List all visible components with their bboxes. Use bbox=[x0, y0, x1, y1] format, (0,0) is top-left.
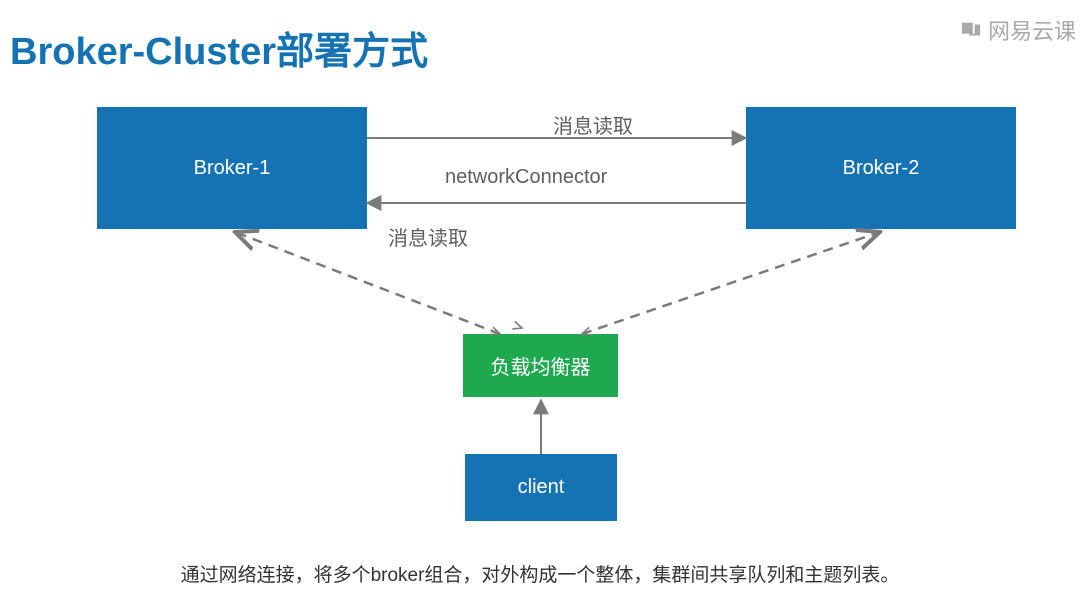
broker-1-node: Broker-1 bbox=[97, 107, 367, 229]
dashed-lb-broker2 bbox=[582, 232, 880, 334]
slide-caption: 通过网络连接，将多个broker组合，对外构成一个整体，集群间共享队列和主题列表… bbox=[0, 560, 1080, 587]
slide-title: Broker-Cluster部署方式 bbox=[10, 20, 428, 75]
network-connector-label: networkConnector bbox=[445, 166, 607, 189]
broker-2-label: Broker-2 bbox=[843, 157, 920, 180]
client-node: client bbox=[465, 454, 617, 521]
message-read-bottom-label: 消息读取 bbox=[388, 222, 468, 251]
load-balancer-label: 负载均衡器 bbox=[491, 351, 591, 380]
client-label: client bbox=[518, 476, 565, 499]
watermark-icon bbox=[960, 20, 982, 40]
watermark-text: 网易云课 bbox=[988, 14, 1076, 46]
load-balancer-node: 负载均衡器 bbox=[463, 334, 618, 397]
broker-1-label: Broker-1 bbox=[194, 157, 271, 180]
message-read-top-label: 消息读取 bbox=[553, 110, 633, 139]
broker-2-node: Broker-2 bbox=[746, 107, 1016, 229]
watermark: 网易云课 bbox=[960, 14, 1076, 46]
